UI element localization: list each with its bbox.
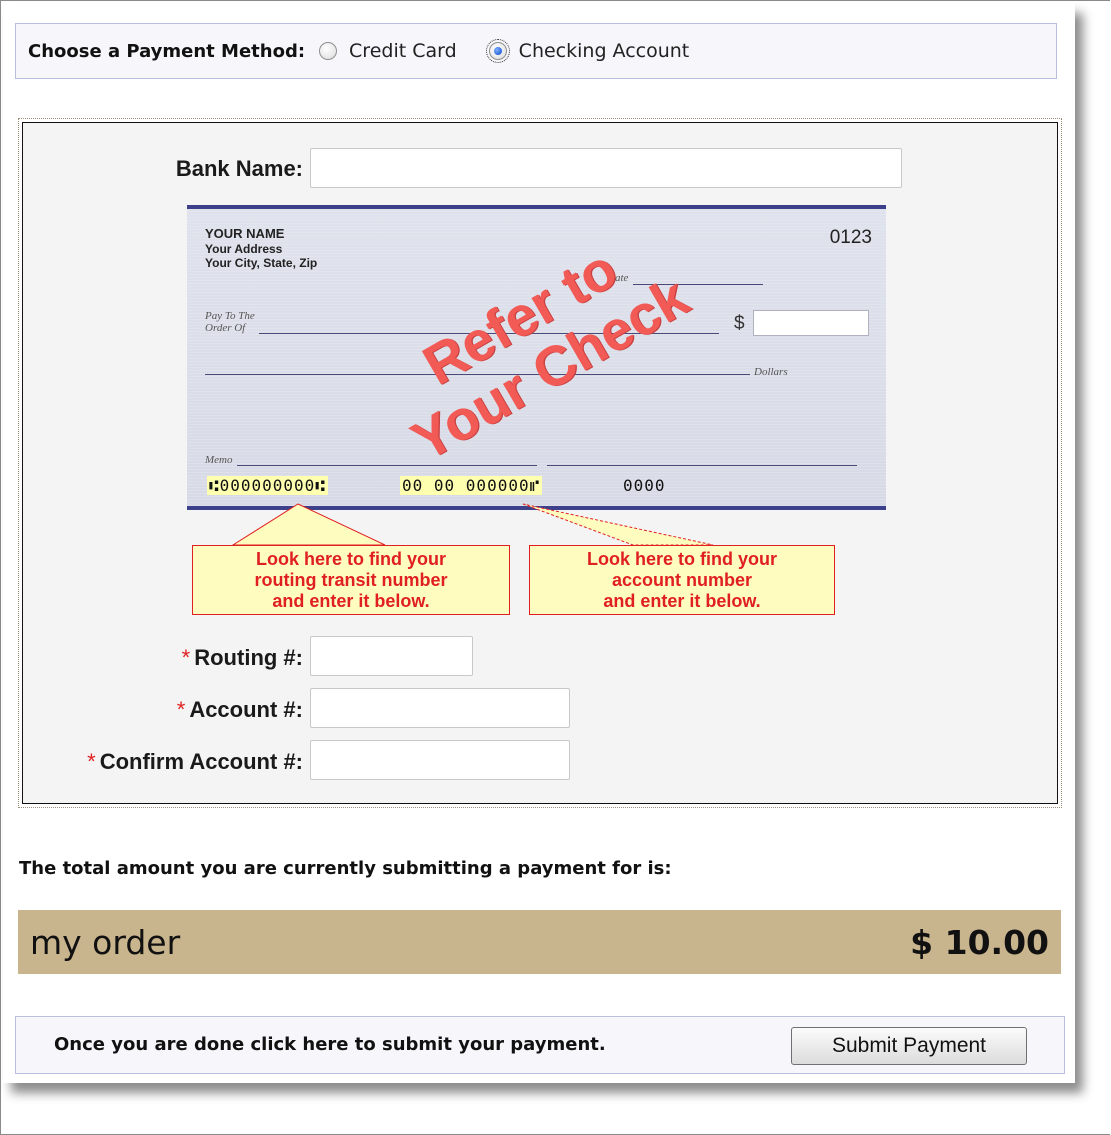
account-callout-line-1: Look here to find your: [586, 549, 777, 569]
submit-bar: Once you are done click here to submit y…: [15, 1016, 1065, 1074]
required-marker: *: [176, 697, 186, 722]
check-city: Your City, State, Zip: [205, 256, 318, 270]
total-amount-text: The total amount you are currently submi…: [19, 858, 672, 879]
routing-callout-pointer: [231, 503, 386, 546]
submit-payment-button[interactable]: Submit Payment: [791, 1027, 1027, 1065]
order-summary-bar: my order $ 10.00: [18, 910, 1061, 974]
check-account-micr: 00 00 000000⑈: [400, 476, 543, 495]
routing-callout-line-1: Look here to find your: [255, 549, 446, 569]
page-frame: Choose a Payment Method: Credit Card Che…: [0, 0, 1110, 1135]
payment-method-label: Choose a Payment Method:: [28, 40, 306, 62]
required-marker: *: [87, 749, 96, 774]
routing-callout: Look here to find your routing transit n…: [192, 545, 510, 615]
routing-callout-line-2: routing transit number: [254, 570, 448, 590]
check-image: YOUR NAME Your Address Your City, State,…: [187, 205, 886, 510]
check-dollars-label: Dollars: [754, 366, 788, 378]
routing-callout-line-3: and enter it below.: [272, 591, 430, 611]
order-amount: $ 10.00: [910, 923, 1049, 962]
routing-input[interactable]: [310, 636, 473, 676]
credit-card-label[interactable]: Credit Card: [349, 40, 457, 62]
routing-label: * Routing #:: [181, 645, 303, 670]
check-memo-label: Memo: [205, 454, 233, 466]
check-payto-label-1: Pay To The: [205, 310, 255, 322]
checking-form: Bank Name: YOUR NAME Your Address Your C…: [22, 122, 1058, 804]
check-signature-line: [547, 465, 857, 466]
checking-form-outer: Bank Name: YOUR NAME Your Address Your C…: [18, 118, 1062, 808]
confirm-account-label: * Confirm Account #:: [87, 749, 303, 774]
account-callout-line-2: account number: [611, 570, 753, 590]
checking-account-radio[interactable]: [485, 39, 510, 63]
checking-account-label[interactable]: Checking Account: [519, 40, 690, 62]
check-amount-box: [753, 310, 869, 336]
check-number-micr: 0000: [623, 476, 666, 495]
confirm-account-input[interactable]: [310, 740, 570, 780]
check-number: 0123: [829, 227, 872, 248]
check-routing-micr: ⑆000000000⑆: [207, 476, 328, 495]
check-memo-line: [237, 465, 537, 466]
account-callout-line-3: and enter it below.: [603, 591, 761, 611]
account-label: * Account #:: [176, 697, 303, 722]
account-callout: Look here to find your account number an…: [529, 545, 835, 615]
check-payto-label-2: Order Of: [205, 322, 246, 334]
order-name: my order: [30, 923, 181, 962]
check-address: Your Address: [205, 242, 283, 256]
account-input[interactable]: [310, 688, 570, 728]
bank-name-input[interactable]: [310, 148, 902, 188]
check-dollar-sign: $: [734, 313, 745, 334]
bank-name-label: Bank Name:: [175, 156, 303, 181]
account-callout-pointer: [522, 503, 714, 546]
required-marker: *: [181, 645, 191, 670]
payment-panel: Choose a Payment Method: Credit Card Che…: [3, 3, 1075, 1083]
submit-instruction-text: Once you are done click here to submit y…: [54, 1034, 606, 1055]
check-name: YOUR NAME: [205, 226, 285, 241]
payment-method-bar: Choose a Payment Method: Credit Card Che…: [15, 23, 1057, 79]
credit-card-radio[interactable]: [319, 42, 338, 60]
